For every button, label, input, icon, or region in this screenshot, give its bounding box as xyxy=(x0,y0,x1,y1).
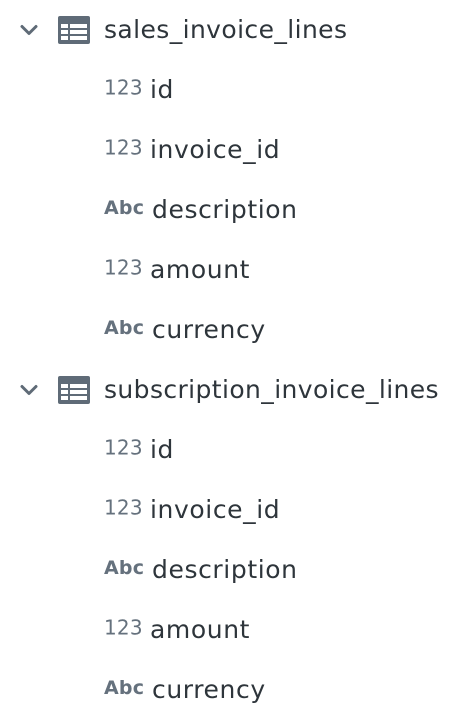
table-icon xyxy=(58,376,90,404)
chevron-down-icon[interactable] xyxy=(18,19,40,41)
field-row[interactable]: 123 invoice_id xyxy=(0,120,450,180)
field-row[interactable]: 123 invoice_id xyxy=(0,480,450,540)
number-type-icon: 123 xyxy=(104,435,143,460)
number-type-icon: 123 xyxy=(104,615,143,640)
field-row[interactable]: Abc currency xyxy=(0,660,450,720)
schema-tree: sales_invoice_lines 123 id 123 invoice_i… xyxy=(0,0,450,720)
table-name: sales_invoice_lines xyxy=(104,14,348,44)
field-row[interactable]: 123 id xyxy=(0,420,450,480)
text-type-icon: Abc xyxy=(104,676,145,699)
field-name: currency xyxy=(152,314,266,344)
field-name: description xyxy=(152,194,298,224)
text-type-icon: Abc xyxy=(104,556,145,579)
number-type-icon: 123 xyxy=(104,75,143,100)
table-group: subscription_invoice_lines 123 id 123 in… xyxy=(0,360,450,720)
field-name: invoice_id xyxy=(150,494,281,524)
table-name: subscription_invoice_lines xyxy=(104,374,439,404)
text-type-icon: Abc xyxy=(104,196,145,219)
table-row-subscription-invoice-lines[interactable]: subscription_invoice_lines xyxy=(0,360,450,420)
field-row[interactable]: Abc description xyxy=(0,180,450,240)
chevron-down-icon[interactable] xyxy=(18,379,40,401)
number-type-icon: 123 xyxy=(104,135,143,160)
number-type-icon: 123 xyxy=(104,255,143,280)
field-name: id xyxy=(150,74,175,104)
field-name: description xyxy=(152,554,298,584)
table-row-sales-invoice-lines[interactable]: sales_invoice_lines xyxy=(0,0,450,60)
number-type-icon: 123 xyxy=(104,495,143,520)
field-name: amount xyxy=(150,254,251,284)
field-row[interactable]: 123 amount xyxy=(0,600,450,660)
table-group: sales_invoice_lines 123 id 123 invoice_i… xyxy=(0,0,450,360)
field-row[interactable]: Abc currency xyxy=(0,300,450,360)
field-name: amount xyxy=(150,614,251,644)
text-type-icon: Abc xyxy=(104,316,145,339)
field-row[interactable]: 123 amount xyxy=(0,240,450,300)
field-name: currency xyxy=(152,674,266,704)
field-name: id xyxy=(150,434,175,464)
table-icon xyxy=(58,16,90,44)
field-row[interactable]: Abc description xyxy=(0,540,450,600)
field-name: invoice_id xyxy=(150,134,281,164)
field-row[interactable]: 123 id xyxy=(0,60,450,120)
